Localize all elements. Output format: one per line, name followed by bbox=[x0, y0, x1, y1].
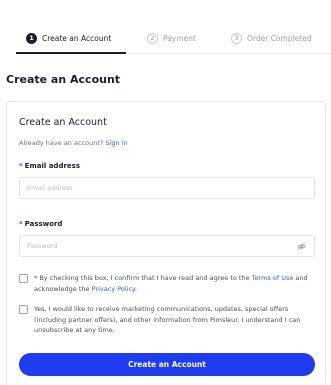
terms-consent-row: * By checking this box, I confirm that I… bbox=[19, 273, 319, 294]
terms-checkbox[interactable] bbox=[19, 274, 28, 283]
step-label: Order Completed bbox=[247, 33, 312, 43]
signin-link[interactable]: Sign in bbox=[105, 139, 127, 147]
password-label-text: Password bbox=[24, 220, 63, 228]
privacy-policy-link[interactable]: Privacy Policy bbox=[92, 285, 135, 293]
email-field[interactable] bbox=[19, 177, 315, 199]
checkout-steps: 1 Create an Account 2 Payment 3 Order Co… bbox=[0, 28, 331, 56]
step-number: 1 bbox=[26, 32, 37, 44]
required-mark: * bbox=[19, 220, 23, 228]
marketing-text: Yes, I would like to receive marketing c… bbox=[34, 305, 301, 334]
email-label-text: Email address bbox=[24, 162, 80, 170]
terms-text-end: . bbox=[134, 284, 138, 293]
hide-password-icon[interactable] bbox=[297, 242, 306, 251]
page-title: Create an Account bbox=[6, 73, 121, 86]
card-title: Create an Account bbox=[19, 117, 107, 128]
marketing-consent-row: Yes, I would like to receive marketing c… bbox=[19, 304, 319, 336]
step-number: 2 bbox=[147, 32, 158, 44]
create-account-card: Create an Account Already have an accoun… bbox=[6, 101, 326, 385]
step-create-account[interactable]: 1 Create an Account bbox=[26, 28, 111, 48]
step-label: Payment bbox=[163, 33, 196, 43]
required-mark: * bbox=[19, 162, 23, 170]
step-label: Create an Account bbox=[42, 33, 112, 43]
step-payment[interactable]: 2 Payment bbox=[147, 28, 196, 48]
terms-text: * By checking this box, I confirm that I… bbox=[34, 273, 319, 294]
password-label: * Password bbox=[19, 220, 62, 228]
email-label: * Email address bbox=[19, 162, 80, 170]
password-field[interactable] bbox=[19, 235, 315, 257]
terms-of-use-link[interactable]: Terms of Use bbox=[252, 274, 294, 282]
steps-divider bbox=[126, 53, 331, 54]
active-step-indicator bbox=[16, 52, 126, 54]
step-number: 3 bbox=[231, 32, 242, 44]
signin-prefix: Already have an account? bbox=[19, 139, 104, 147]
marketing-checkbox[interactable] bbox=[19, 305, 28, 314]
terms-text-before: * By checking this box, I confirm that I… bbox=[34, 274, 250, 282]
step-order-completed[interactable]: 3 Order Completed bbox=[231, 28, 312, 48]
signin-prompt: Already have an account? Sign in bbox=[19, 139, 128, 147]
create-account-button[interactable]: Create an Account bbox=[19, 353, 315, 376]
